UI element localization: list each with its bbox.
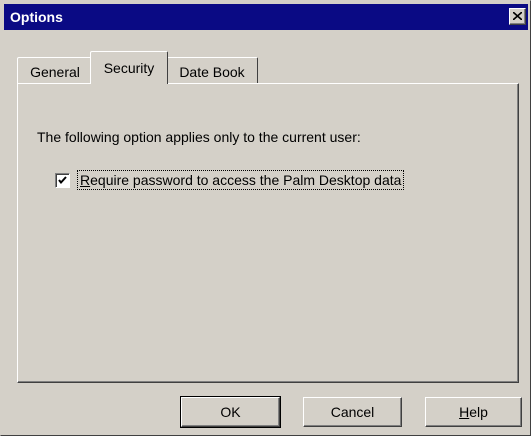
close-x-icon (513, 12, 522, 20)
tab-general-label: General (30, 64, 80, 80)
cancel-button[interactable]: Cancel (303, 397, 402, 427)
checkmark-icon (58, 176, 67, 185)
dialog-title: Options (10, 9, 63, 25)
tab-security-label: Security (103, 60, 155, 76)
tab-security[interactable]: Security (90, 51, 168, 84)
title-bar[interactable]: Options (4, 4, 528, 30)
require-password-checkbox[interactable] (55, 173, 70, 188)
require-password-mnemonic: R (80, 172, 91, 188)
require-password-label[interactable]: Require password to access the Palm Desk… (76, 170, 405, 190)
options-dialog: Options General Security Date Book The f… (0, 0, 531, 436)
require-password-label-text: equire password to access the Palm Deskt… (90, 172, 402, 188)
tab-general[interactable]: General (17, 57, 93, 83)
help-button-label: elp (469, 404, 488, 420)
close-button[interactable] (509, 8, 526, 25)
cancel-button-label: Cancel (330, 404, 375, 420)
info-text: The following option applies only to the… (37, 129, 361, 145)
tab-date-book-label: Date Book (179, 64, 245, 80)
ok-button[interactable]: OK (180, 396, 281, 428)
help-button-mnemonic: H (459, 404, 470, 420)
ok-button-label: OK (220, 404, 241, 420)
help-button[interactable]: Help (425, 397, 522, 427)
tab-date-book[interactable]: Date Book (166, 57, 258, 83)
